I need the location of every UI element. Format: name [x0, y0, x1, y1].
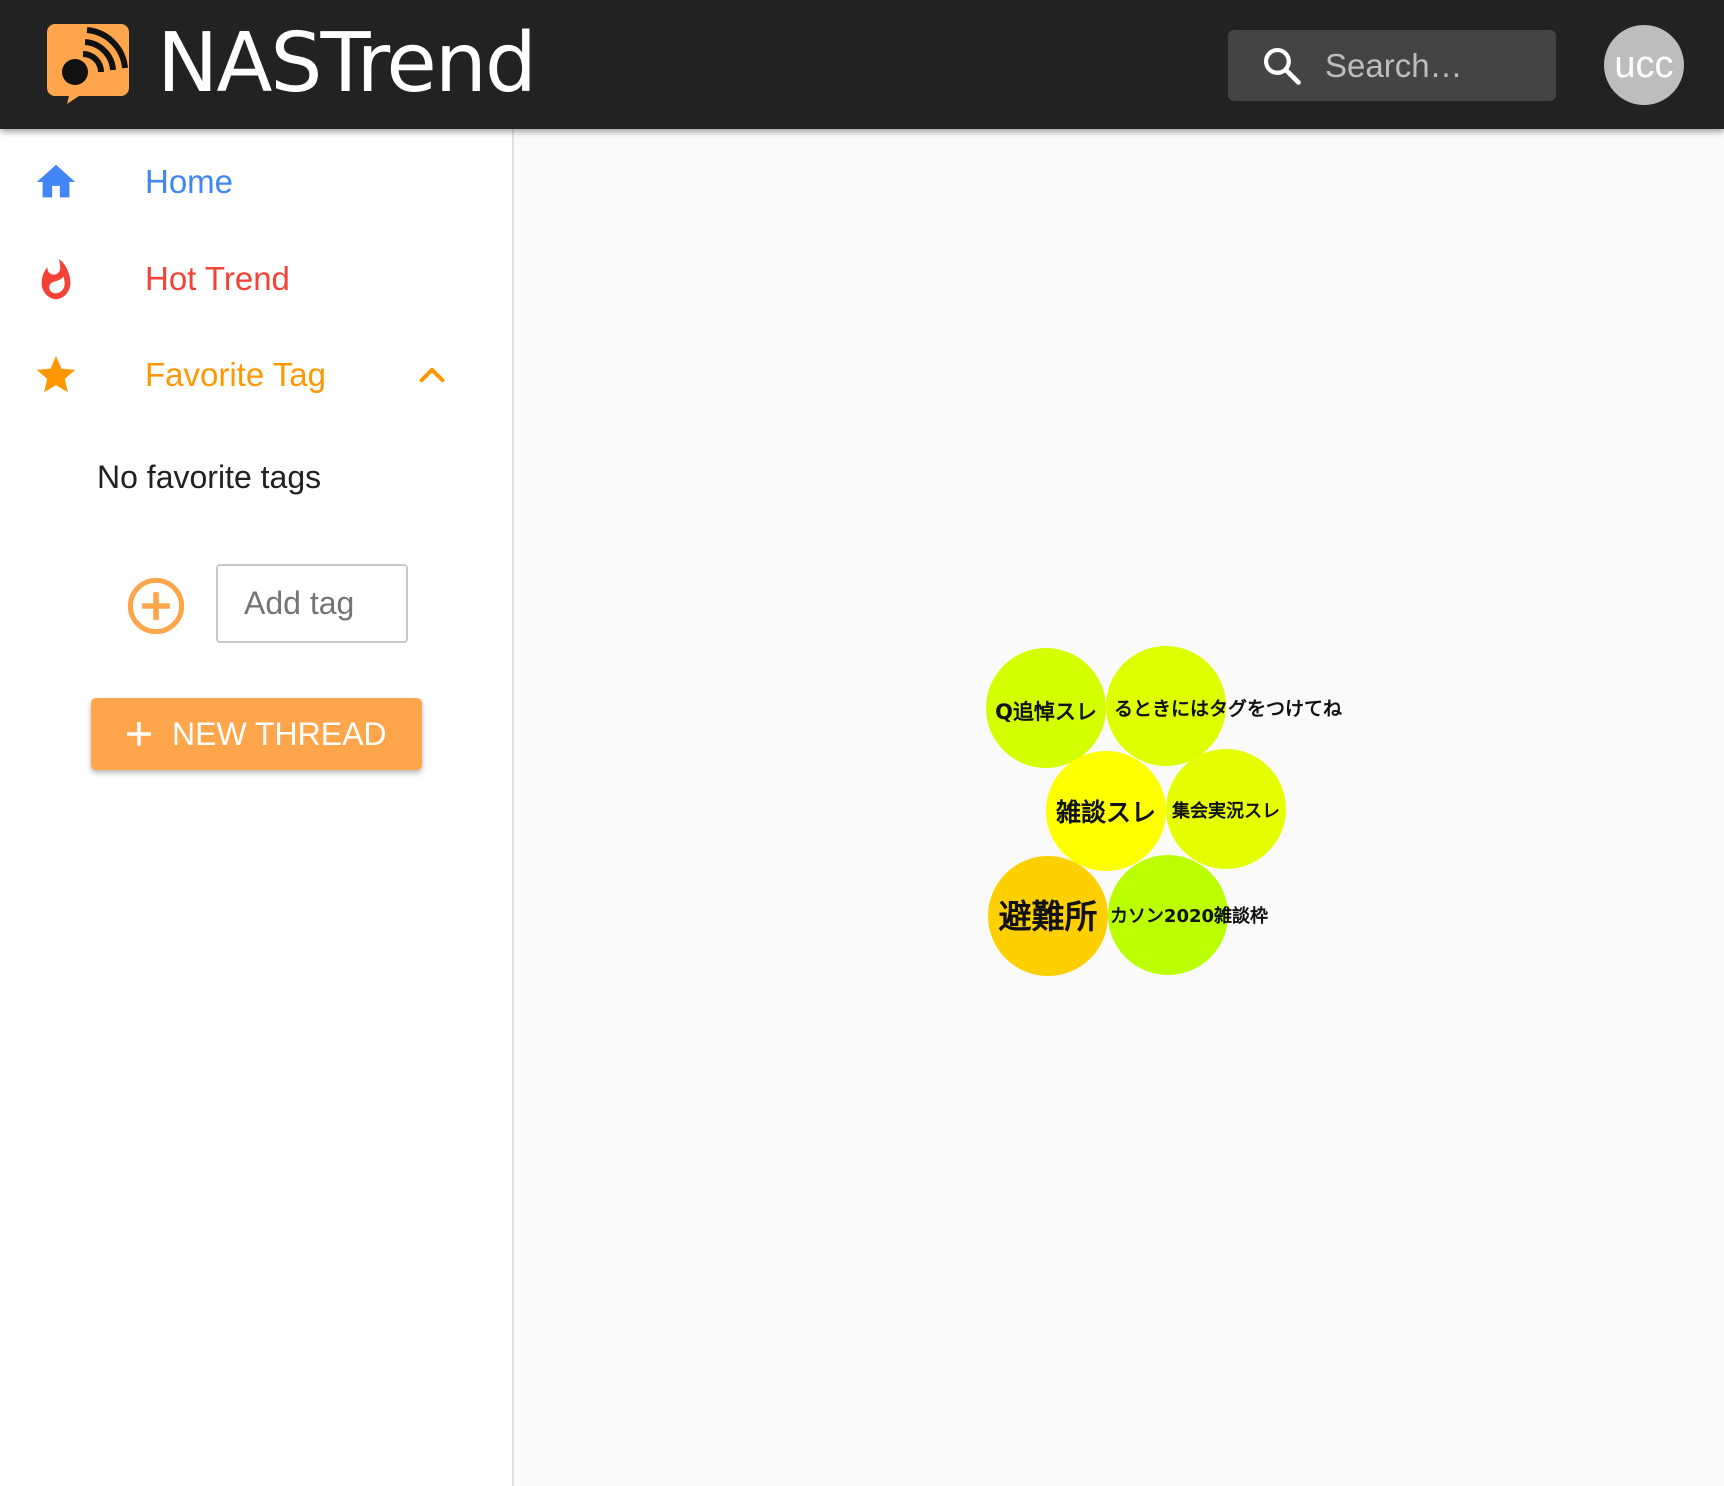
bubble-label: 雑談スレ [1055, 798, 1156, 827]
fire-icon [41, 258, 71, 300]
add-circle-icon[interactable] [124, 574, 188, 638]
home-icon [36, 164, 76, 198]
search-icon [1263, 47, 1301, 85]
bubble-label: 避難所 [999, 897, 1098, 936]
sidebar-item-label: Hot Trend [145, 260, 290, 297]
trend-bubble-chart: Q追悼スレ るときにはタグをつけてね 雑談スレ 集会実況スレ 避難所 カソン20… [986, 646, 1342, 976]
sidebar-item-hot-trend[interactable]: Hot Trend [0, 231, 512, 321]
bubble-label: るときにはタグをつけてね [1114, 697, 1342, 720]
bubble-label: 集会実況スレ [1171, 800, 1280, 822]
bubble-label: Q追悼スレ [995, 700, 1097, 724]
sidebar-item-favorite-tag[interactable]: Favorite Tag [0, 327, 512, 417]
app-bar: NASTrend ucc [0, 0, 1724, 129]
star-icon [36, 355, 76, 393]
new-thread-button[interactable]: NEW THREAD [91, 698, 422, 770]
trend-bubble-meeting-live[interactable]: 集会実況スレ [1166, 749, 1286, 869]
trend-bubble-chat-2020[interactable]: カソン2020雑談枠 [1108, 855, 1268, 975]
new-thread-label: NEW THREAD [172, 716, 387, 752]
app-logo-icon[interactable] [47, 24, 129, 104]
trend-bubble-area: Q追悼スレ るときにはタグをつけてね 雑談スレ 集会実況スレ 避難所 カソン20… [514, 129, 1724, 1486]
plus-icon [127, 722, 151, 746]
sidebar: Home Hot Trend Favorite Tag No favorite … [0, 129, 514, 1486]
sidebar-item-label: Favorite Tag [145, 356, 326, 393]
trend-bubble-chat-thread[interactable]: 雑談スレ [1046, 751, 1166, 871]
trend-bubble-q-memorial[interactable]: Q追悼スレ [986, 648, 1106, 768]
sidebar-item-label: Home [145, 163, 234, 200]
trend-bubble-tag-reminder[interactable]: るときにはタグをつけてね [1106, 646, 1342, 766]
avatar[interactable]: ucc [1604, 25, 1684, 105]
trend-bubble-shelter[interactable]: 避難所 [988, 856, 1108, 976]
app-title[interactable]: NASTrend [157, 18, 537, 110]
search-box[interactable] [1228, 30, 1556, 101]
add-tag-input[interactable] [216, 564, 408, 643]
bubble-label: カソン2020雑談枠 [1110, 905, 1268, 927]
search-input[interactable] [1325, 30, 1545, 101]
chevron-up-icon[interactable] [414, 357, 450, 393]
no-favorite-tags-text: No favorite tags [97, 459, 322, 495]
sidebar-item-home[interactable]: Home [0, 134, 512, 224]
